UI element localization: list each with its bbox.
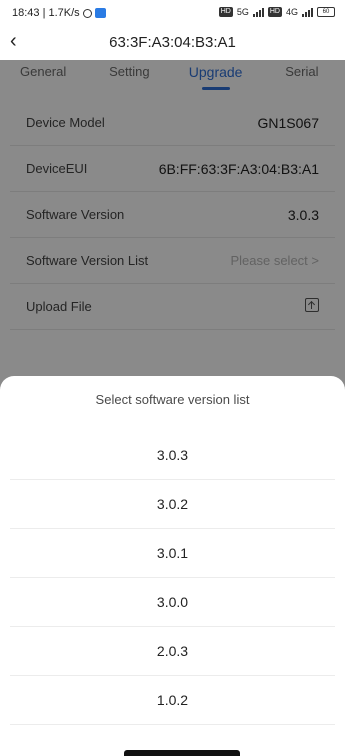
network-4g-label: 4G [285, 7, 298, 17]
status-right: HD 5G HD 4G 60 [218, 7, 335, 17]
version-option[interactable]: 3.0.1 [10, 529, 335, 578]
screen: 18:43 | 1.7K/s HD 5G HD 4G 60 ‹ 63:3F:A3… [0, 0, 345, 756]
battery-icon: 60 [317, 7, 335, 17]
sheet-title: Select software version list [95, 392, 250, 407]
hd-icon: HD [218, 7, 233, 17]
network-5g-label: 5G [236, 7, 249, 17]
app-notification-icon [94, 8, 106, 18]
signal-icon [252, 7, 264, 17]
version-option[interactable]: 3.0.3 [10, 431, 335, 480]
status-time-speed: 18:43 | 1.7K/s [12, 7, 80, 19]
version-option[interactable]: 3.0.2 [10, 480, 335, 529]
version-picker-sheet: Select software version list 3.0.3 3.0.2… [0, 376, 345, 756]
hd-icon-2: HD [267, 7, 282, 17]
version-option[interactable]: 2.0.3 [10, 627, 335, 676]
version-option[interactable]: 3.0.0 [10, 578, 335, 627]
status-left: 18:43 | 1.7K/s [12, 7, 106, 19]
app-header: ‹ 63:3F:A3:04:B3:A1 [0, 26, 345, 62]
home-indicator[interactable] [124, 750, 240, 756]
signal-icon-2 [302, 7, 313, 17]
version-option[interactable]: 1.0.2 [10, 676, 335, 725]
status-bar: 18:43 | 1.7K/s HD 5G HD 4G 60 [0, 0, 345, 26]
version-options: 3.0.3 3.0.2 3.0.1 3.0.0 2.0.3 1.0.2 [0, 431, 345, 725]
page-title: 63:3F:A3:04:B3:A1 [109, 34, 236, 51]
alarm-icon [82, 8, 92, 18]
